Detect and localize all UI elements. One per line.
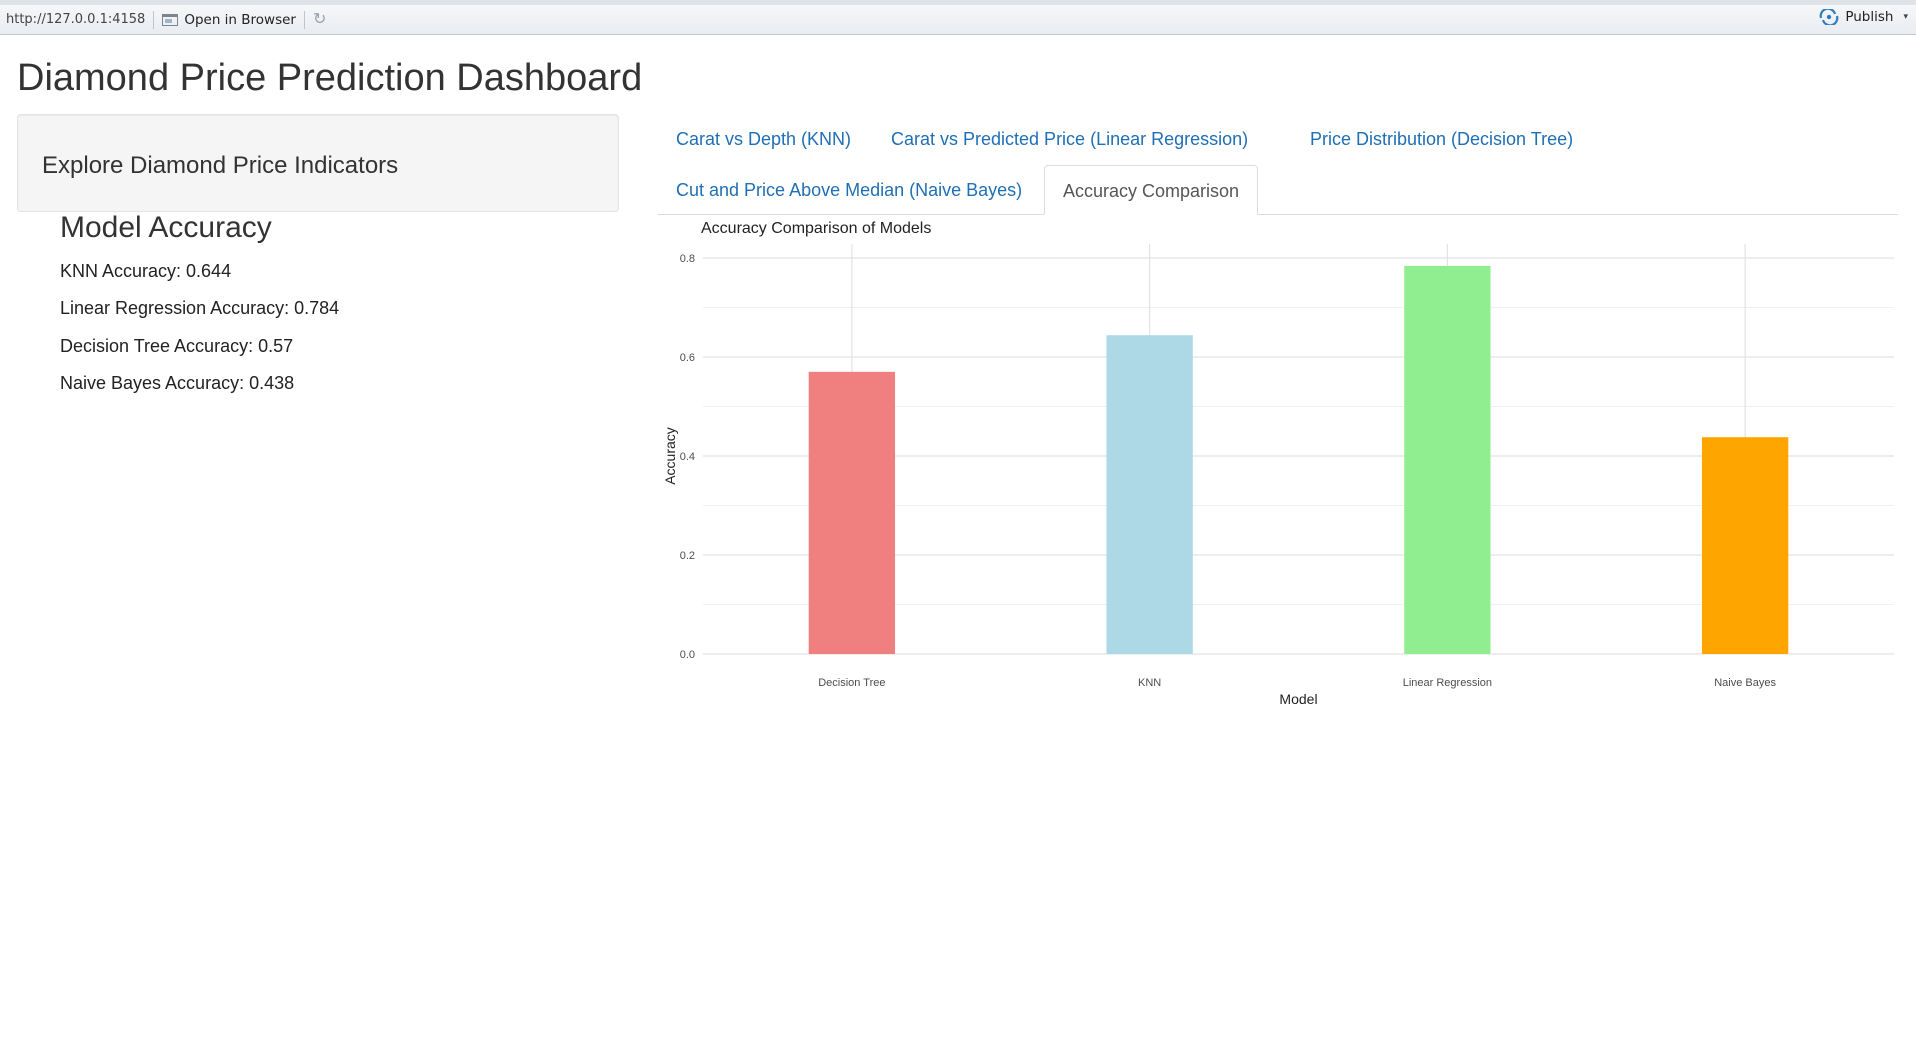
tab-price-distribution[interactable]: Price Distribution (Decision Tree) xyxy=(1292,114,1591,164)
accuracy-chart-plot: 0.0 0.2 0.4 0.6 0.8 Decision Tree KNN Linear Re… xyxy=(662,244,1894,707)
tab-cut-and-price[interactable]: Cut and Price Above Median (Naive Bayes) xyxy=(658,165,1040,215)
naive-bayes-accuracy-text: Naive Bayes Accuracy: 0.438 xyxy=(60,373,295,393)
tab-carat-vs-depth[interactable]: Carat vs Depth (KNN) xyxy=(658,114,869,164)
toolbar-separator xyxy=(303,10,305,29)
y-tick-label: 0.2 xyxy=(680,550,695,562)
bar-decision-tree xyxy=(808,371,896,654)
tab-carat-vs-predicted-price[interactable]: Carat vs Predicted Price (Linear Regress… xyxy=(873,114,1266,164)
model-accuracy-heading: Model Accuracy xyxy=(60,211,272,244)
viewer-toolbar: http://127.0.0.1:4158 Open in Browser ↻ … xyxy=(0,0,1916,35)
page-title: Diamond Price Prediction Dashboard xyxy=(17,57,643,99)
y-tick-label: 0.4 xyxy=(680,451,695,463)
browser-window-icon xyxy=(162,13,179,26)
tab-accuracy-comparison[interactable]: Accuracy Comparison xyxy=(1044,165,1259,215)
open-in-browser-label: Open in Browser xyxy=(184,11,296,28)
refresh-icon[interactable]: ↻ xyxy=(313,11,329,28)
decision-tree-accuracy-text: Decision Tree Accuracy: 0.57 xyxy=(60,336,294,356)
bar-naive-bayes xyxy=(1701,437,1789,654)
accuracy-chart: Accuracy Comparison of Models 0.0 0.2 0.4 0… xyxy=(658,216,1898,716)
x-tick-label: KNN xyxy=(1138,677,1161,689)
linear-regression-accuracy-text: Linear Regression Accuracy: 0.784 xyxy=(60,298,340,318)
y-tick-label: 0.6 xyxy=(680,352,695,364)
x-tick-label: Linear Regression xyxy=(1403,677,1492,689)
open-in-browser-button[interactable]: Open in Browser xyxy=(162,12,296,28)
x-tick-label: Naive Bayes xyxy=(1714,677,1776,689)
publish-label: Publish xyxy=(1845,9,1894,25)
bar-linear-regression xyxy=(1404,265,1491,654)
bar-knn xyxy=(1106,335,1193,654)
address-url[interactable]: http://127.0.0.1:4158 xyxy=(6,12,145,27)
x-tick-label: Decision Tree xyxy=(818,677,885,689)
publish-button[interactable]: Publish ▾ xyxy=(1819,9,1908,25)
sidebar-panel: Explore Diamond Price Indicators xyxy=(17,114,619,212)
x-axis-title: Model xyxy=(1279,691,1317,707)
tab-bar: Carat vs Depth (KNN) Carat vs Predicted … xyxy=(658,114,1898,215)
y-axis-title: Accuracy xyxy=(662,427,678,485)
publish-dropdown-icon[interactable]: ▾ xyxy=(1903,12,1908,22)
publish-icon xyxy=(1819,9,1839,25)
y-tick-label: 0.8 xyxy=(680,253,695,265)
knn-accuracy-text: KNN Accuracy: 0.644 xyxy=(60,261,232,281)
y-tick-label: 0.0 xyxy=(680,649,695,661)
toolbar-separator xyxy=(153,10,155,29)
sidebar-heading: Explore Diamond Price Indicators xyxy=(42,152,399,179)
